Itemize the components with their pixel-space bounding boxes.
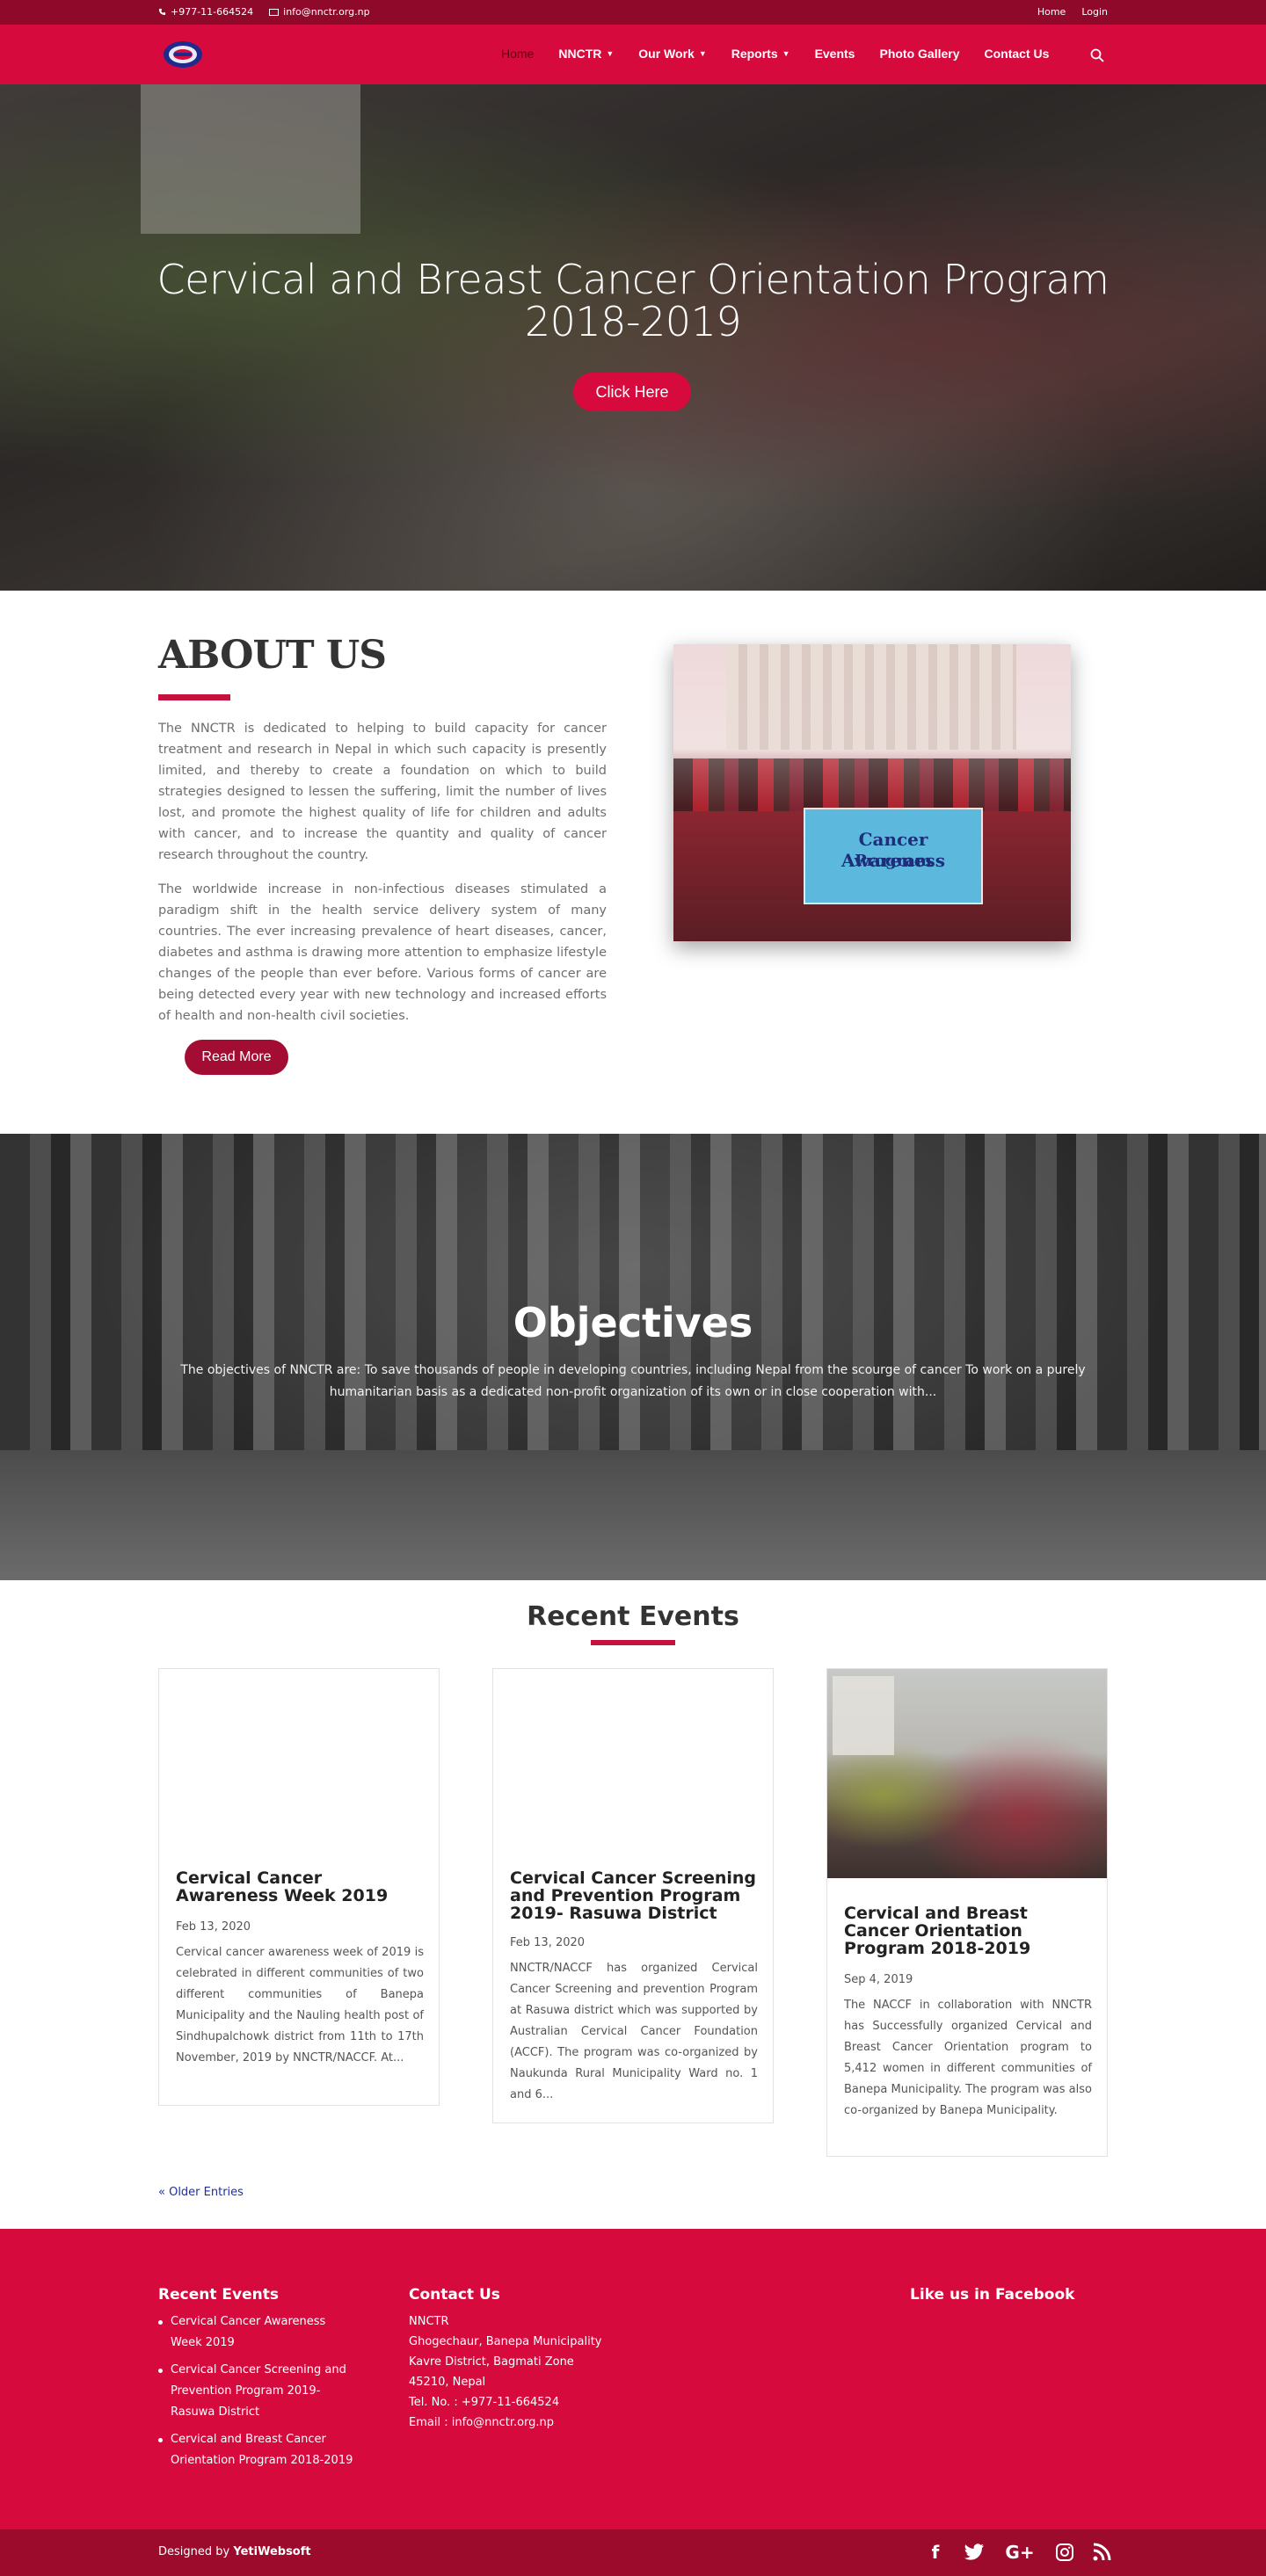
- footer-contact-address-1: Ghogechaur, Banepa Municipality: [409, 2335, 602, 2348]
- chevron-down-icon: ▼: [698, 49, 707, 58]
- footer-contact-heading: Contact Us: [409, 2286, 500, 2304]
- footer-bottom-bar: Designed by YetiWebsoft f G+: [0, 2529, 1266, 2576]
- event-photo-board: [833, 1676, 894, 1755]
- footer-recent-events-heading: Recent Events: [158, 2286, 279, 2304]
- nav-label: NNCTR: [558, 47, 602, 61]
- event-card-excerpt: The NACCF in collaboration with NNCTR ha…: [844, 1999, 1092, 2117]
- instagram-icon[interactable]: [1055, 2543, 1074, 2562]
- top-bar: +977-11-664524 info@nnctr.org.np Home Lo…: [0, 0, 1266, 25]
- event-card-date: Feb 13, 2020: [176, 1920, 251, 1934]
- chevron-down-icon: ▼: [782, 49, 790, 58]
- nav-label: Reports: [731, 47, 778, 61]
- about-photo: Cancer Awareness Program: [673, 644, 1071, 941]
- about-heading: ABOUT US: [158, 633, 387, 678]
- about-paragraph-2: The worldwide increase in non-infectious…: [158, 882, 607, 1023]
- hero-title: Cervical and Breast Cancer Orientation P…: [0, 258, 1266, 343]
- event-card-image-placeholder[interactable]: [493, 1669, 773, 1876]
- hero-click-here-button[interactable]: Click Here: [573, 373, 691, 411]
- credit-prefix: Designed by: [158, 2545, 230, 2558]
- nav-label: Home: [501, 47, 535, 61]
- top-bar-email-text[interactable]: info@nnctr.org.np: [283, 6, 369, 18]
- nav-item-contact-us[interactable]: Contact Us: [985, 47, 1050, 61]
- top-bar-phone: +977-11-664524: [158, 6, 253, 18]
- footer-contact-email[interactable]: Email : info@nnctr.org.np: [409, 2413, 602, 2433]
- about-paragraph-1: The NNCTR is dedicated to helping to bui…: [158, 722, 607, 862]
- photo-crowd: [673, 758, 1071, 811]
- mail-icon: [269, 8, 280, 16]
- nav-item-reports[interactable]: Reports ▼: [731, 47, 790, 61]
- nav-item-events[interactable]: Events: [815, 47, 855, 61]
- top-bar-phone-text: +977-11-664524: [171, 6, 254, 18]
- photo-curtain: [726, 644, 1016, 750]
- nav-label: Contact Us: [984, 47, 1050, 61]
- objectives-overlay: [0, 1134, 1266, 1580]
- hero-title-line1: Cervical and Breast Cancer Orientation P…: [156, 256, 1110, 303]
- footer-facebook-heading: Like us in Facebook: [910, 2286, 1075, 2304]
- search-icon[interactable]: [1090, 48, 1104, 62]
- phone-icon: [158, 8, 166, 16]
- recent-events-underline: [591, 1640, 675, 1645]
- footer-recent-event-link[interactable]: Cervical and Breast Cancer Orientation P…: [158, 2429, 360, 2471]
- hero-title-line2: 2018-2019: [524, 298, 742, 345]
- event-card-title[interactable]: Cervical Cancer Screening and Prevention…: [510, 1869, 758, 1922]
- photo-banner: Cancer Awareness Program: [804, 808, 983, 904]
- objectives-heading: Objectives: [513, 1299, 753, 1346]
- top-bar-email[interactable]: info@nnctr.org.np: [269, 6, 370, 18]
- google-plus-icon[interactable]: G+: [1002, 2542, 1037, 2563]
- chevron-down-icon: ▼: [606, 49, 615, 58]
- nav-label: Photo Gallery: [879, 47, 960, 61]
- event-card-title[interactable]: Cervical and Breast Cancer Orientation P…: [844, 1905, 1092, 1957]
- facebook-icon[interactable]: f: [925, 2542, 946, 2563]
- top-link-login[interactable]: Login: [1081, 6, 1108, 18]
- recent-events-heading: Recent Events: [527, 1601, 739, 1632]
- event-card-excerpt: Cervical cancer awareness week of 2019 i…: [176, 1946, 424, 2064]
- top-link-home[interactable]: Home: [1037, 6, 1066, 18]
- footer-contact-details: NNCTR Ghogechaur, Banepa Municipality Ka…: [409, 2311, 602, 2433]
- hero-slider: Cervical and Breast Cancer Orientation P…: [0, 84, 1266, 591]
- event-card-3[interactable]: Cervical and Breast Cancer Orientation P…: [826, 1668, 1108, 2157]
- footer-contact-address-3: 45210, Nepal: [409, 2376, 486, 2389]
- footer-contact-org: NNCTR: [409, 2315, 449, 2328]
- rss-icon[interactable]: [1092, 2543, 1111, 2562]
- event-card-image-placeholder[interactable]: [159, 1669, 439, 1876]
- older-entries-link[interactable]: « Older Entries: [158, 2186, 244, 2199]
- nav-label: Our Work: [638, 47, 695, 61]
- objectives-text: The objectives of NNCTR are: To save tho…: [180, 1363, 1086, 1399]
- event-card-excerpt: NNCTR/NACCF has organized Cervical Cance…: [510, 1962, 758, 2101]
- about-heading-underline: [158, 694, 230, 700]
- nav-item-our-work[interactable]: Our Work ▼: [638, 47, 706, 61]
- event-card-date: Sep 4, 2019: [844, 1973, 913, 1986]
- nnctr-logo[interactable]: [162, 40, 204, 69]
- photo-banner-line2: Program: [855, 852, 932, 870]
- event-card-2[interactable]: Cervical Cancer Screening and Prevention…: [492, 1668, 774, 2123]
- objectives-section: Objectives The objectives of NNCTR are: …: [0, 1134, 1266, 1580]
- social-icons: f G+: [925, 2542, 1111, 2563]
- event-card-1[interactable]: Cervical Cancer Awareness Week 2019 Feb …: [158, 1668, 440, 2106]
- nav-label: Events: [814, 47, 855, 61]
- nav-item-home[interactable]: Home: [501, 47, 534, 61]
- footer-recent-event-link[interactable]: Cervical Cancer Awareness Week 2019: [158, 2311, 360, 2354]
- twitter-icon[interactable]: [964, 2543, 985, 2561]
- main-nav: Home NNCTR ▼ Our Work ▼ Reports ▼ Events Ph…: [501, 47, 1049, 61]
- event-card-title[interactable]: Cervical Cancer Awareness Week 2019: [176, 1869, 424, 1905]
- event-card-date: Feb 13, 2020: [510, 1936, 586, 1949]
- footer-recent-event-link[interactable]: Cervical Cancer Screening and Prevention…: [158, 2360, 360, 2423]
- event-card-image[interactable]: [827, 1669, 1107, 1878]
- footer-contact-address-2: Kavre District, Bagmati Zone: [409, 2355, 574, 2369]
- top-bar-contact: +977-11-664524 info@nnctr.org.np: [158, 6, 370, 18]
- credit-designer-link[interactable]: YetiWebsoft: [233, 2545, 310, 2558]
- read-more-button[interactable]: Read More: [185, 1040, 288, 1075]
- main-header: Home NNCTR ▼ Our Work ▼ Reports ▼ Events Ph…: [0, 25, 1266, 84]
- footer-contact-phone: Tel. No. : +977-11-664524: [409, 2396, 560, 2409]
- nav-item-nnctr[interactable]: NNCTR ▼: [558, 47, 614, 61]
- nav-item-photo-gallery[interactable]: Photo Gallery: [879, 47, 959, 61]
- designer-credit: Designed by YetiWebsoft: [158, 2545, 311, 2558]
- footer-recent-events-list: Cervical Cancer Awareness Week 2019 Cerv…: [158, 2311, 360, 2478]
- top-bar-links: Home Login: [1037, 6, 1108, 18]
